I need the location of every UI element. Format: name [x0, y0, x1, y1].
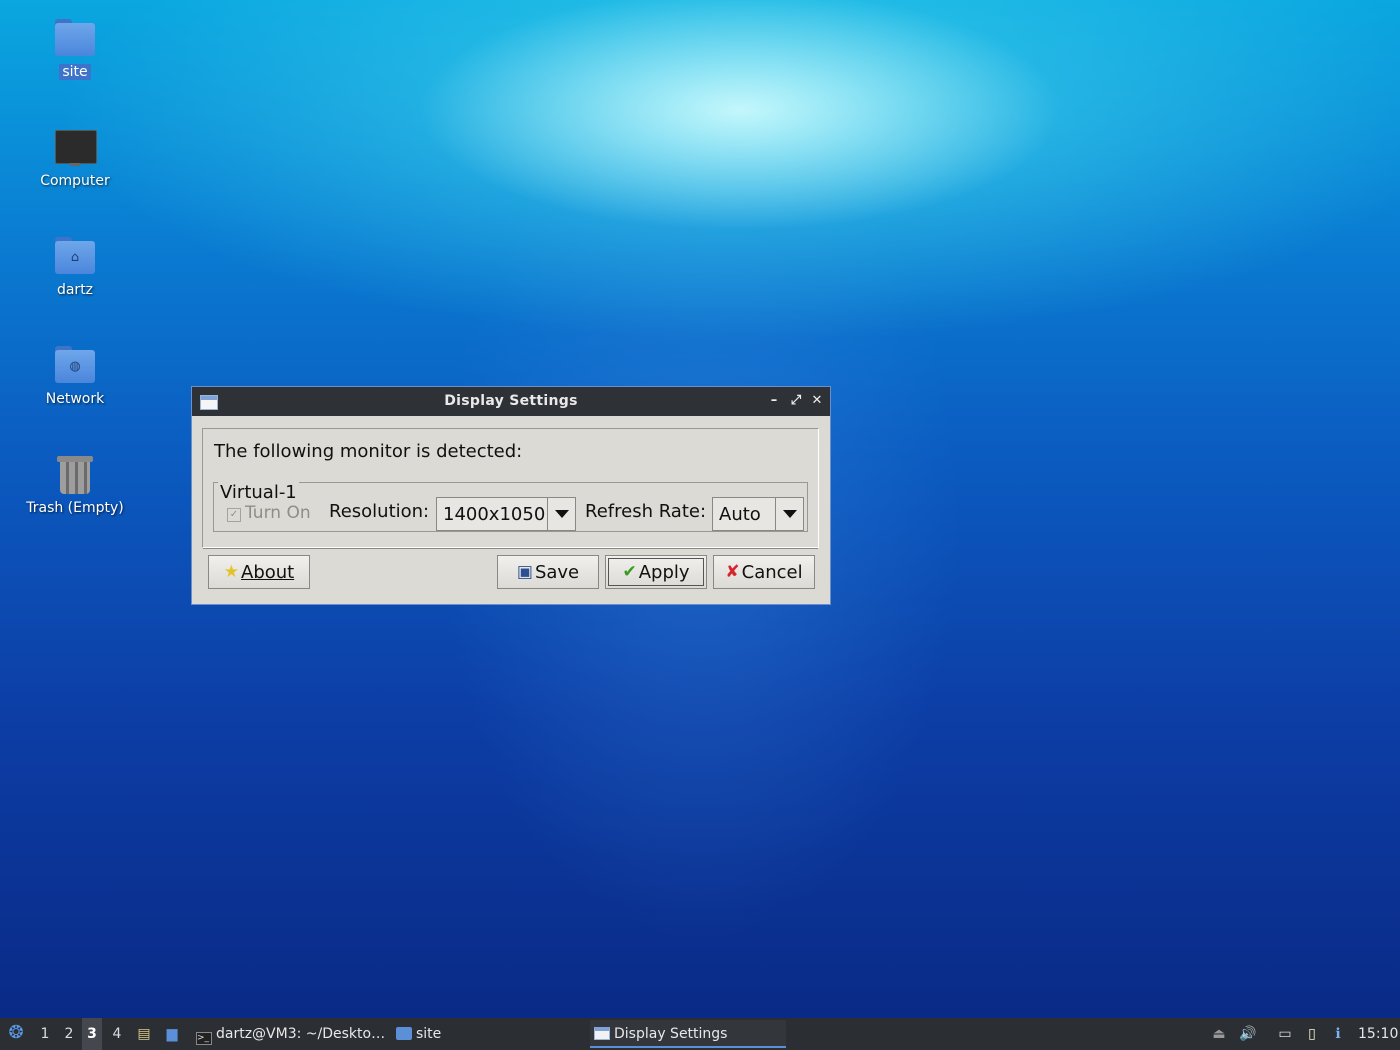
save-button[interactable]: ▣ Save — [497, 555, 599, 589]
resolution-select[interactable]: 1400x1050 — [436, 497, 576, 531]
desktop: site Computer ⌂ dartz ◍ Network Trash (E… — [0, 0, 1400, 1018]
task-label: dartz@VM3: ~/Deskto… — [216, 1026, 386, 1042]
desktop-icon-site[interactable]: site — [20, 18, 130, 80]
red-x-icon: ✘ — [725, 562, 740, 582]
apply-button[interactable]: ✔ Apply — [605, 555, 707, 589]
dropdown-arrow-icon[interactable] — [547, 498, 575, 530]
trash-icon — [54, 454, 96, 494]
taskbar: ❂ 1 2 3 4 ▤ ▆ >_ dartz@VM3: ~/Deskto… sit… — [0, 1018, 1400, 1050]
desktop-switch-4[interactable]: 4 — [107, 1018, 127, 1050]
cancel-label: Cancel — [741, 561, 803, 583]
close-icon[interactable]: ✕ — [808, 391, 826, 411]
monitor-name: Virtual-1 — [218, 482, 299, 503]
desktop-icon-network[interactable]: ◍ Network — [20, 345, 130, 407]
desktop-icon-label: site — [59, 64, 91, 80]
task-label: site — [416, 1026, 442, 1042]
desktop-icon-dartz[interactable]: ⌂ dartz — [20, 236, 130, 298]
desktop-icon-label: Trash (Empty) — [26, 500, 124, 516]
checkmark-icon: ✔ — [622, 562, 637, 582]
desktop-icon-label: Computer — [40, 173, 110, 189]
folder-icon — [54, 18, 96, 58]
network-folder-icon: ◍ — [54, 345, 96, 385]
desktop-icon-trash[interactable]: Trash (Empty) — [20, 454, 130, 516]
desktop-switch-2[interactable]: 2 — [59, 1018, 79, 1050]
resolution-label: Resolution: — [329, 501, 430, 522]
star-icon: ★ — [223, 562, 240, 582]
window-title: Display Settings — [444, 393, 578, 409]
desktop-icon-computer[interactable]: Computer — [20, 127, 130, 189]
task-label: Display Settings — [614, 1026, 728, 1042]
folder-icon — [396, 1027, 412, 1040]
monitor-frame: The following monitor is detected: Virtu… — [202, 428, 819, 549]
refresh-rate-label: Refresh Rate: — [585, 501, 707, 522]
clipboard-icon[interactable]: ▯ — [1302, 1024, 1322, 1044]
start-menu-icon[interactable]: ❂ — [6, 1023, 26, 1043]
task-display-settings[interactable]: Display Settings — [590, 1020, 786, 1048]
file-manager-launcher-icon[interactable]: ▤ — [134, 1024, 154, 1044]
minimize-icon[interactable]: – — [765, 391, 783, 411]
home-folder-icon: ⌂ — [54, 236, 96, 276]
task-terminal[interactable]: >_ dartz@VM3: ~/Deskto… — [192, 1020, 386, 1048]
desktop-icon-label: dartz — [56, 282, 94, 298]
desktop-switch-3[interactable]: 3 — [82, 1018, 102, 1050]
detected-text: The following monitor is detected: — [214, 441, 523, 462]
turn-on-label: Turn On — [245, 503, 311, 523]
floppy-save-icon: ▣ — [516, 562, 533, 582]
notification-icon[interactable]: ℹ — [1328, 1024, 1348, 1044]
computer-icon — [54, 127, 97, 167]
show-desktop-icon[interactable]: ▆ — [162, 1024, 182, 1044]
refresh-rate-value: Auto — [719, 504, 761, 525]
save-label: Save — [534, 561, 580, 583]
refresh-rate-select[interactable]: Auto — [712, 497, 804, 531]
task-site[interactable]: site — [392, 1020, 572, 1048]
display-settings-icon — [594, 1027, 610, 1040]
clock[interactable]: 15:10 — [1358, 1018, 1398, 1050]
eject-icon[interactable]: ⏏ — [1209, 1024, 1229, 1044]
apply-label: Apply — [638, 561, 690, 583]
terminal-icon: >_ — [196, 1032, 212, 1045]
desktop-switch-1[interactable]: 1 — [35, 1018, 55, 1050]
about-button[interactable]: ★ About — [208, 555, 310, 589]
desktop-icon-label: Network — [45, 391, 105, 407]
cancel-button[interactable]: ✘ Cancel — [713, 555, 815, 589]
about-label: About — [241, 561, 295, 583]
display-settings-window: Display Settings – ⤢ ✕ The following mon… — [191, 386, 831, 605]
window-titlebar[interactable]: Display Settings – ⤢ ✕ — [192, 387, 830, 416]
maximize-icon[interactable]: ⤢ — [787, 391, 805, 411]
dropdown-arrow-icon[interactable] — [775, 498, 803, 530]
checkbox-check-icon: ✓ — [227, 508, 241, 522]
resolution-value: 1400x1050 — [443, 504, 546, 525]
turn-on-checkbox[interactable]: ✓ Turn On — [227, 503, 311, 523]
network-monitor-icon[interactable]: ▭ — [1275, 1024, 1295, 1044]
volume-icon[interactable]: 🔊 — [1238, 1024, 1258, 1044]
